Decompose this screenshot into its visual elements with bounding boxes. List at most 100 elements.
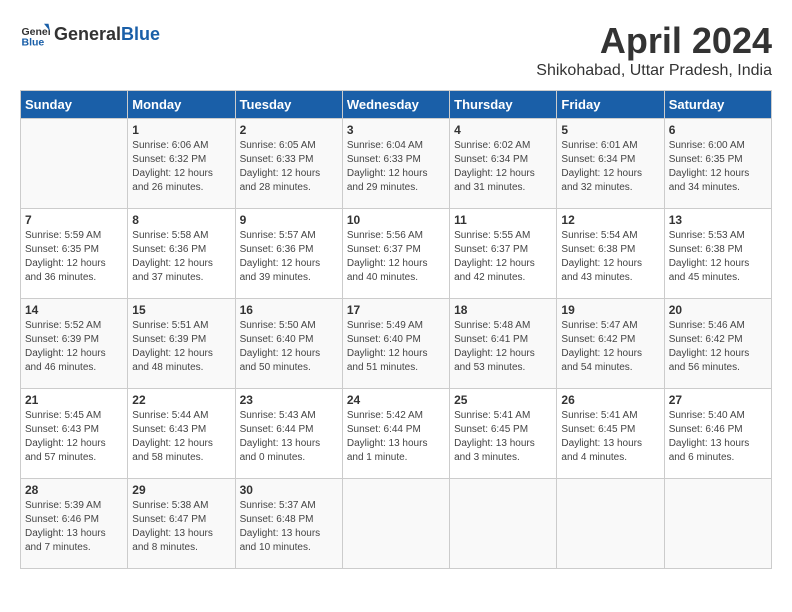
day-info: Sunrise: 5:42 AM Sunset: 6:44 PM Dayligh… [347, 409, 445, 465]
day-info: Sunrise: 5:37 AM Sunset: 6:48 PM Dayligh… [240, 499, 338, 555]
day-info: Sunrise: 5:41 AM Sunset: 6:45 PM Dayligh… [454, 409, 552, 465]
day-number: 1 [132, 123, 230, 137]
day-number: 24 [347, 393, 445, 407]
day-number: 16 [240, 303, 338, 317]
calendar-cell: 10Sunrise: 5:56 AM Sunset: 6:37 PM Dayli… [342, 209, 449, 299]
calendar-cell: 9 Sunrise: 5:57 AM Sunset: 6:36 PM Daylig… [235, 209, 342, 299]
calendar-cell: 28 Sunrise: 5:39 AM Sunset: 6:46 PM Dayli… [21, 479, 128, 569]
day-info: Sunrise: 5:54 AM Sunset: 6:38 PM Dayligh… [561, 229, 659, 285]
day-number: 26 [561, 393, 659, 407]
day-number: 28 [25, 483, 123, 497]
day-info: Sunrise: 6:06 AM Sunset: 6:32 PM Dayligh… [132, 139, 230, 195]
calendar-cell [21, 119, 128, 209]
day-info: Sunrise: 6:04 AM Sunset: 6:33 PM Dayligh… [347, 139, 445, 195]
calendar-week-row: 21 Sunrise: 5:45 AM Sunset: 6:43 PM Dayli… [21, 389, 772, 479]
day-info: Sunrise: 5:46 AM Sunset: 6:42 PM Dayligh… [669, 319, 767, 375]
day-of-week-header: Saturday [664, 91, 771, 119]
day-of-week-header: Wednesday [342, 91, 449, 119]
day-info: Sunrise: 5:57 AM Sunset: 6:36 PM Dayligh… [240, 229, 338, 285]
day-number: 15 [132, 303, 230, 317]
day-info: Sunrise: 5:39 AM Sunset: 6:46 PM Dayligh… [25, 499, 123, 555]
day-of-week-header: Thursday [450, 91, 557, 119]
calendar-cell: 3 Sunrise: 6:04 AM Sunset: 6:33 PM Daylig… [342, 119, 449, 209]
day-info: Sunrise: 5:59 AM Sunset: 6:35 PM Dayligh… [25, 229, 123, 285]
calendar-cell: 19 Sunrise: 5:47 AM Sunset: 6:42 PM Dayli… [557, 299, 664, 389]
day-of-week-header: Tuesday [235, 91, 342, 119]
calendar-cell: 27Sunrise: 5:40 AM Sunset: 6:46 PM Dayli… [664, 389, 771, 479]
day-number: 8 [132, 213, 230, 227]
day-info: Sunrise: 5:52 AM Sunset: 6:39 PM Dayligh… [25, 319, 123, 375]
title-section: April 2024 Shikohabad, Uttar Pradesh, In… [536, 20, 772, 80]
calendar-cell [664, 479, 771, 569]
header: General Blue GeneralBlue April 2024 Shik… [20, 20, 772, 80]
logo-general-text: GeneralBlue [54, 25, 160, 45]
calendar-cell: 15 Sunrise: 5:51 AM Sunset: 6:39 PM Dayli… [128, 299, 235, 389]
day-number: 21 [25, 393, 123, 407]
calendar-cell: 8 Sunrise: 5:58 AM Sunset: 6:36 PM Daylig… [128, 209, 235, 299]
day-info: Sunrise: 6:01 AM Sunset: 6:34 PM Dayligh… [561, 139, 659, 195]
calendar-cell: 17 Sunrise: 5:49 AM Sunset: 6:40 PM Dayli… [342, 299, 449, 389]
logo: General Blue GeneralBlue [20, 20, 160, 50]
day-number: 22 [132, 393, 230, 407]
calendar-cell: 30 Sunrise: 5:37 AM Sunset: 6:48 PM Dayli… [235, 479, 342, 569]
day-number: 6 [669, 123, 767, 137]
day-number: 17 [347, 303, 445, 317]
calendar-cell: 14 Sunrise: 5:52 AM Sunset: 6:39 PM Dayli… [21, 299, 128, 389]
day-info: Sunrise: 5:48 AM Sunset: 6:41 PM Dayligh… [454, 319, 552, 375]
calendar-cell [342, 479, 449, 569]
day-of-week-header: Friday [557, 91, 664, 119]
day-of-week-header: Monday [128, 91, 235, 119]
day-info: Sunrise: 5:47 AM Sunset: 6:42 PM Dayligh… [561, 319, 659, 375]
day-info: Sunrise: 5:49 AM Sunset: 6:40 PM Dayligh… [347, 319, 445, 375]
day-info: Sunrise: 5:45 AM Sunset: 6:43 PM Dayligh… [25, 409, 123, 465]
day-number: 20 [669, 303, 767, 317]
calendar-week-row: 1 Sunrise: 6:06 AM Sunset: 6:32 PM Daylig… [21, 119, 772, 209]
day-info: Sunrise: 6:00 AM Sunset: 6:35 PM Dayligh… [669, 139, 767, 195]
day-number: 13 [669, 213, 767, 227]
day-info: Sunrise: 6:02 AM Sunset: 6:34 PM Dayligh… [454, 139, 552, 195]
day-number: 7 [25, 213, 123, 227]
calendar-cell: 16Sunrise: 5:50 AM Sunset: 6:40 PM Dayli… [235, 299, 342, 389]
calendar-cell: 5Sunrise: 6:01 AM Sunset: 6:34 PM Daylig… [557, 119, 664, 209]
day-info: Sunrise: 5:43 AM Sunset: 6:44 PM Dayligh… [240, 409, 338, 465]
day-number: 3 [347, 123, 445, 137]
calendar-cell: 12Sunrise: 5:54 AM Sunset: 6:38 PM Dayli… [557, 209, 664, 299]
day-number: 23 [240, 393, 338, 407]
day-number: 14 [25, 303, 123, 317]
calendar-cell: 6 Sunrise: 6:00 AM Sunset: 6:35 PM Daylig… [664, 119, 771, 209]
calendar-table: SundayMondayTuesdayWednesdayThursdayFrid… [20, 90, 772, 569]
day-number: 30 [240, 483, 338, 497]
calendar-cell [557, 479, 664, 569]
day-number: 2 [240, 123, 338, 137]
calendar-cell: 24 Sunrise: 5:42 AM Sunset: 6:44 PM Dayli… [342, 389, 449, 479]
day-info: Sunrise: 5:55 AM Sunset: 6:37 PM Dayligh… [454, 229, 552, 285]
calendar-cell: 13 Sunrise: 5:53 AM Sunset: 6:38 PM Dayli… [664, 209, 771, 299]
day-number: 29 [132, 483, 230, 497]
calendar-cell [450, 479, 557, 569]
day-info: Sunrise: 5:58 AM Sunset: 6:36 PM Dayligh… [132, 229, 230, 285]
location-subtitle: Shikohabad, Uttar Pradesh, India [536, 62, 772, 80]
day-number: 18 [454, 303, 552, 317]
day-info: Sunrise: 5:38 AM Sunset: 6:47 PM Dayligh… [132, 499, 230, 555]
calendar-cell: 29 Sunrise: 5:38 AM Sunset: 6:47 PM Dayli… [128, 479, 235, 569]
day-info: Sunrise: 5:51 AM Sunset: 6:39 PM Dayligh… [132, 319, 230, 375]
day-info: Sunrise: 5:44 AM Sunset: 6:43 PM Dayligh… [132, 409, 230, 465]
svg-text:Blue: Blue [22, 37, 45, 49]
calendar-cell: 22 Sunrise: 5:44 AM Sunset: 6:43 PM Dayli… [128, 389, 235, 479]
calendar-cell: 1 Sunrise: 6:06 AM Sunset: 6:32 PM Daylig… [128, 119, 235, 209]
calendar-cell: 18 Sunrise: 5:48 AM Sunset: 6:41 PM Dayli… [450, 299, 557, 389]
day-info: Sunrise: 5:53 AM Sunset: 6:38 PM Dayligh… [669, 229, 767, 285]
calendar-cell: 2Sunrise: 6:05 AM Sunset: 6:33 PM Daylig… [235, 119, 342, 209]
calendar-week-row: 28 Sunrise: 5:39 AM Sunset: 6:46 PM Dayli… [21, 479, 772, 569]
calendar-cell: 26 Sunrise: 5:41 AM Sunset: 6:45 PM Dayli… [557, 389, 664, 479]
day-info: Sunrise: 5:41 AM Sunset: 6:45 PM Dayligh… [561, 409, 659, 465]
calendar-cell: 23 Sunrise: 5:43 AM Sunset: 6:44 PM Dayli… [235, 389, 342, 479]
day-number: 19 [561, 303, 659, 317]
day-number: 25 [454, 393, 552, 407]
day-of-week-header: Sunday [21, 91, 128, 119]
day-number: 9 [240, 213, 338, 227]
calendar-cell: 4 Sunrise: 6:02 AM Sunset: 6:34 PM Daylig… [450, 119, 557, 209]
day-number: 4 [454, 123, 552, 137]
calendar-cell: 7 Sunrise: 5:59 AM Sunset: 6:35 PM Daylig… [21, 209, 128, 299]
month-title: April 2024 [536, 20, 772, 62]
